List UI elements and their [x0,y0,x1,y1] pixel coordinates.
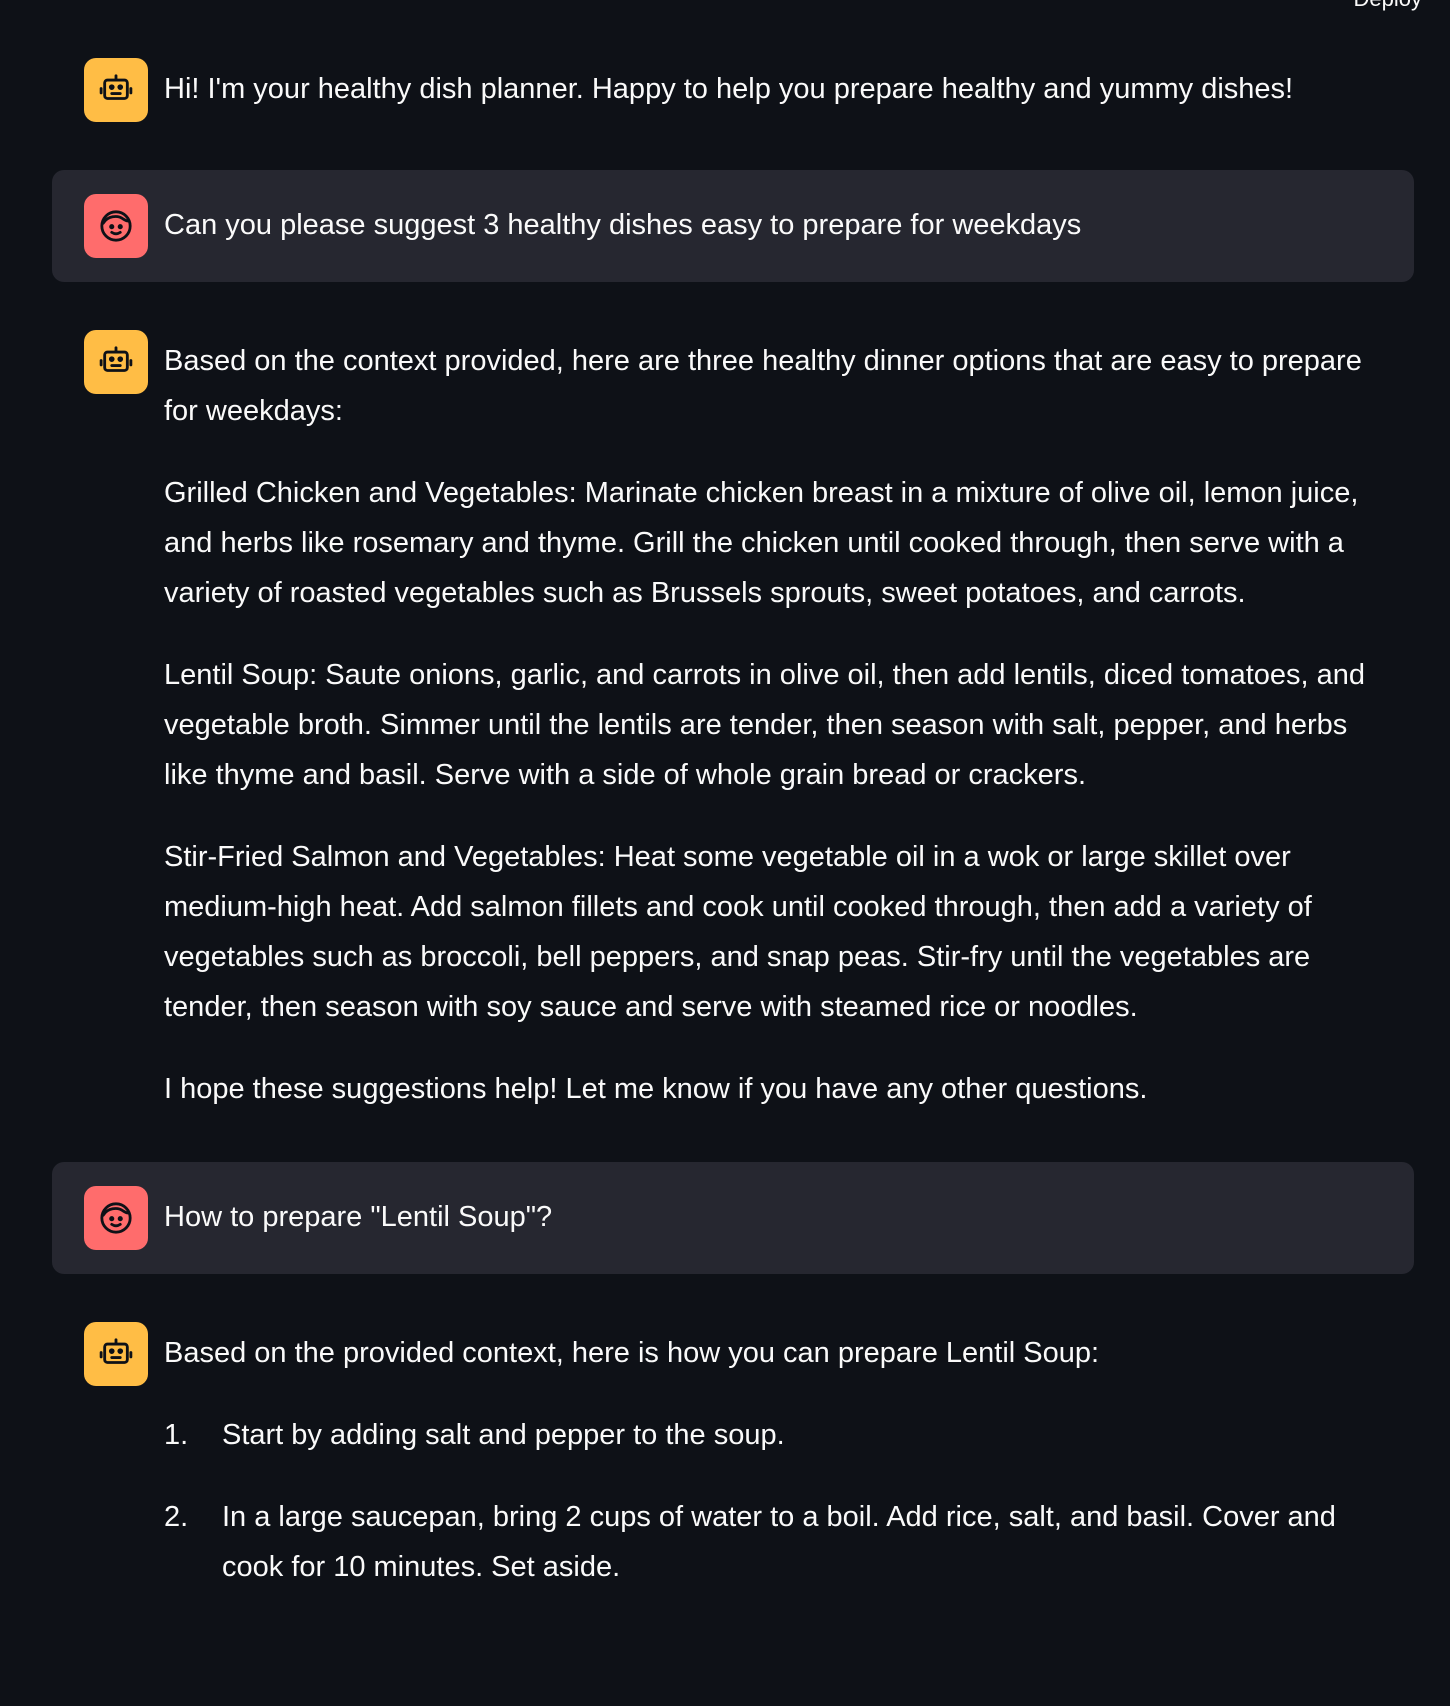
message-text: Can you please suggest 3 healthy dishes … [164,209,1082,241]
message-content: Can you please suggest 3 healthy dishes … [164,194,1382,250]
message-intro: Based on the provided context, here is h… [164,1337,1100,1369]
robot-icon [99,1338,133,1364]
chat-message-assistant: Based on the provided context, here is h… [52,1298,1414,1648]
face-icon [100,1202,132,1234]
chat-message-user: How to prepare "Lentil Soup"? [52,1162,1414,1274]
step-text: In a large saucepan, bring 2 cups of wat… [222,1501,1336,1583]
message-content: Based on the provided context, here is h… [164,1322,1382,1624]
recipe-steps-list: 1. Start by adding salt and pepper to th… [164,1410,1382,1592]
chat-message-assistant: Hi! I'm your healthy dish planner. Happy… [52,34,1414,146]
robot-icon [99,74,133,100]
list-item: 2. In a large saucepan, bring 2 cups of … [164,1492,1382,1592]
chat-message-assistant: Based on the context provided, here are … [52,306,1414,1138]
message-paragraph: Stir-Fried Salmon and Vegetables: Heat s… [164,841,1312,1023]
deploy-button[interactable]: Deploy [1354,0,1422,12]
step-text: Start by adding salt and pepper to the s… [222,1419,785,1451]
user-avatar [84,194,148,258]
assistant-avatar [84,1322,148,1386]
message-text: Hi! I'm your healthy dish planner. Happy… [164,73,1294,105]
message-content: How to prepare "Lentil Soup"? [164,1186,1382,1242]
assistant-avatar [84,330,148,394]
chat-message-user: Can you please suggest 3 healthy dishes … [52,170,1414,282]
message-paragraph: I hope these suggestions help! Let me kn… [164,1073,1148,1105]
assistant-avatar [84,58,148,122]
list-item: 1. Start by adding salt and pepper to th… [164,1410,1382,1460]
user-avatar [84,1186,148,1250]
message-content: Hi! I'm your healthy dish planner. Happy… [164,58,1382,114]
step-number: 2. [164,1501,189,1533]
face-icon [100,210,132,242]
message-paragraph: Lentil Soup: Saute onions, garlic, and c… [164,659,1366,791]
robot-icon [99,346,133,372]
message-content: Based on the context provided, here are … [164,330,1382,1114]
chat-container: Hi! I'm your healthy dish planner. Happy… [52,34,1414,1672]
step-number: 1. [164,1419,189,1451]
message-text: How to prepare "Lentil Soup"? [164,1201,553,1233]
message-paragraph: Based on the context provided, here are … [164,345,1362,427]
message-paragraph: Grilled Chicken and Vegetables: Marinate… [164,477,1359,609]
